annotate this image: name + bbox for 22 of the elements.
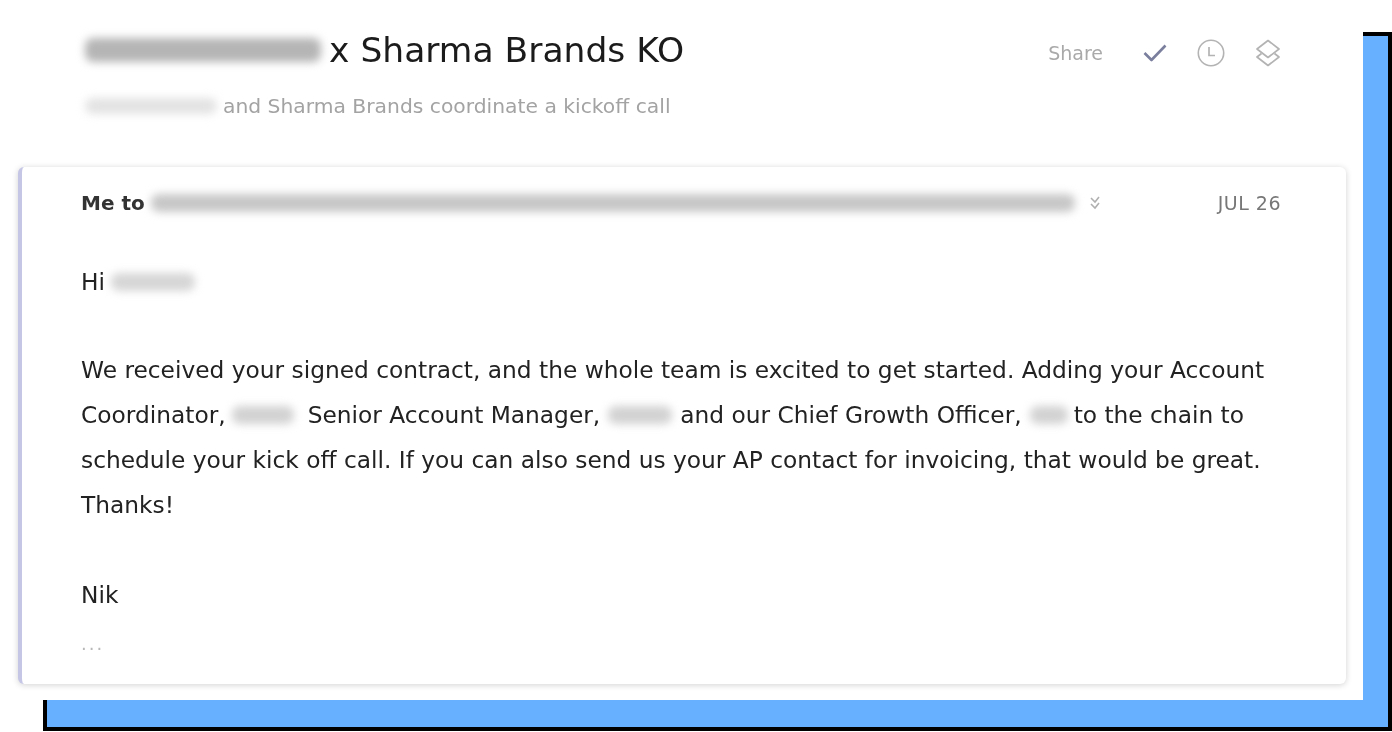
body-text: Coordinator, — [81, 401, 226, 428]
show-trimmed-link[interactable]: ... — [81, 631, 105, 657]
thread-title: x Sharma Brands KO — [329, 29, 685, 72]
share-button[interactable]: Share — [1048, 42, 1103, 64]
redacted-text — [231, 405, 294, 424]
greeting-text: Hi — [81, 268, 105, 295]
signature-text: Nik — [81, 581, 119, 608]
body-text: Senior Account Manager, — [307, 401, 601, 428]
body-text: to the chain to — [1073, 401, 1244, 428]
clock-icon[interactable] — [1197, 39, 1225, 67]
layers-icon[interactable] — [1255, 39, 1281, 67]
thread-subtitle: and Sharma Brands coordinate a kickoff call — [223, 93, 671, 120]
body-text: and our Chief Growth Officer, — [680, 401, 1022, 428]
check-icon[interactable] — [1143, 44, 1167, 62]
body-text: schedule your kick off call. If you can also send us your AP contact for invoicing, that would be great. — [81, 446, 1261, 473]
redacted-text — [608, 405, 673, 424]
sender-line: Me to — [81, 191, 145, 215]
body-text: We received your signed contract, and the whole team is excited to get started. Adding your Account — [81, 356, 1265, 383]
body-text: Thanks! — [81, 491, 174, 518]
redacted-text — [1029, 405, 1068, 424]
message-date: JUL 26 — [1217, 192, 1281, 214]
chevron-icon[interactable] — [1088, 195, 1101, 211]
